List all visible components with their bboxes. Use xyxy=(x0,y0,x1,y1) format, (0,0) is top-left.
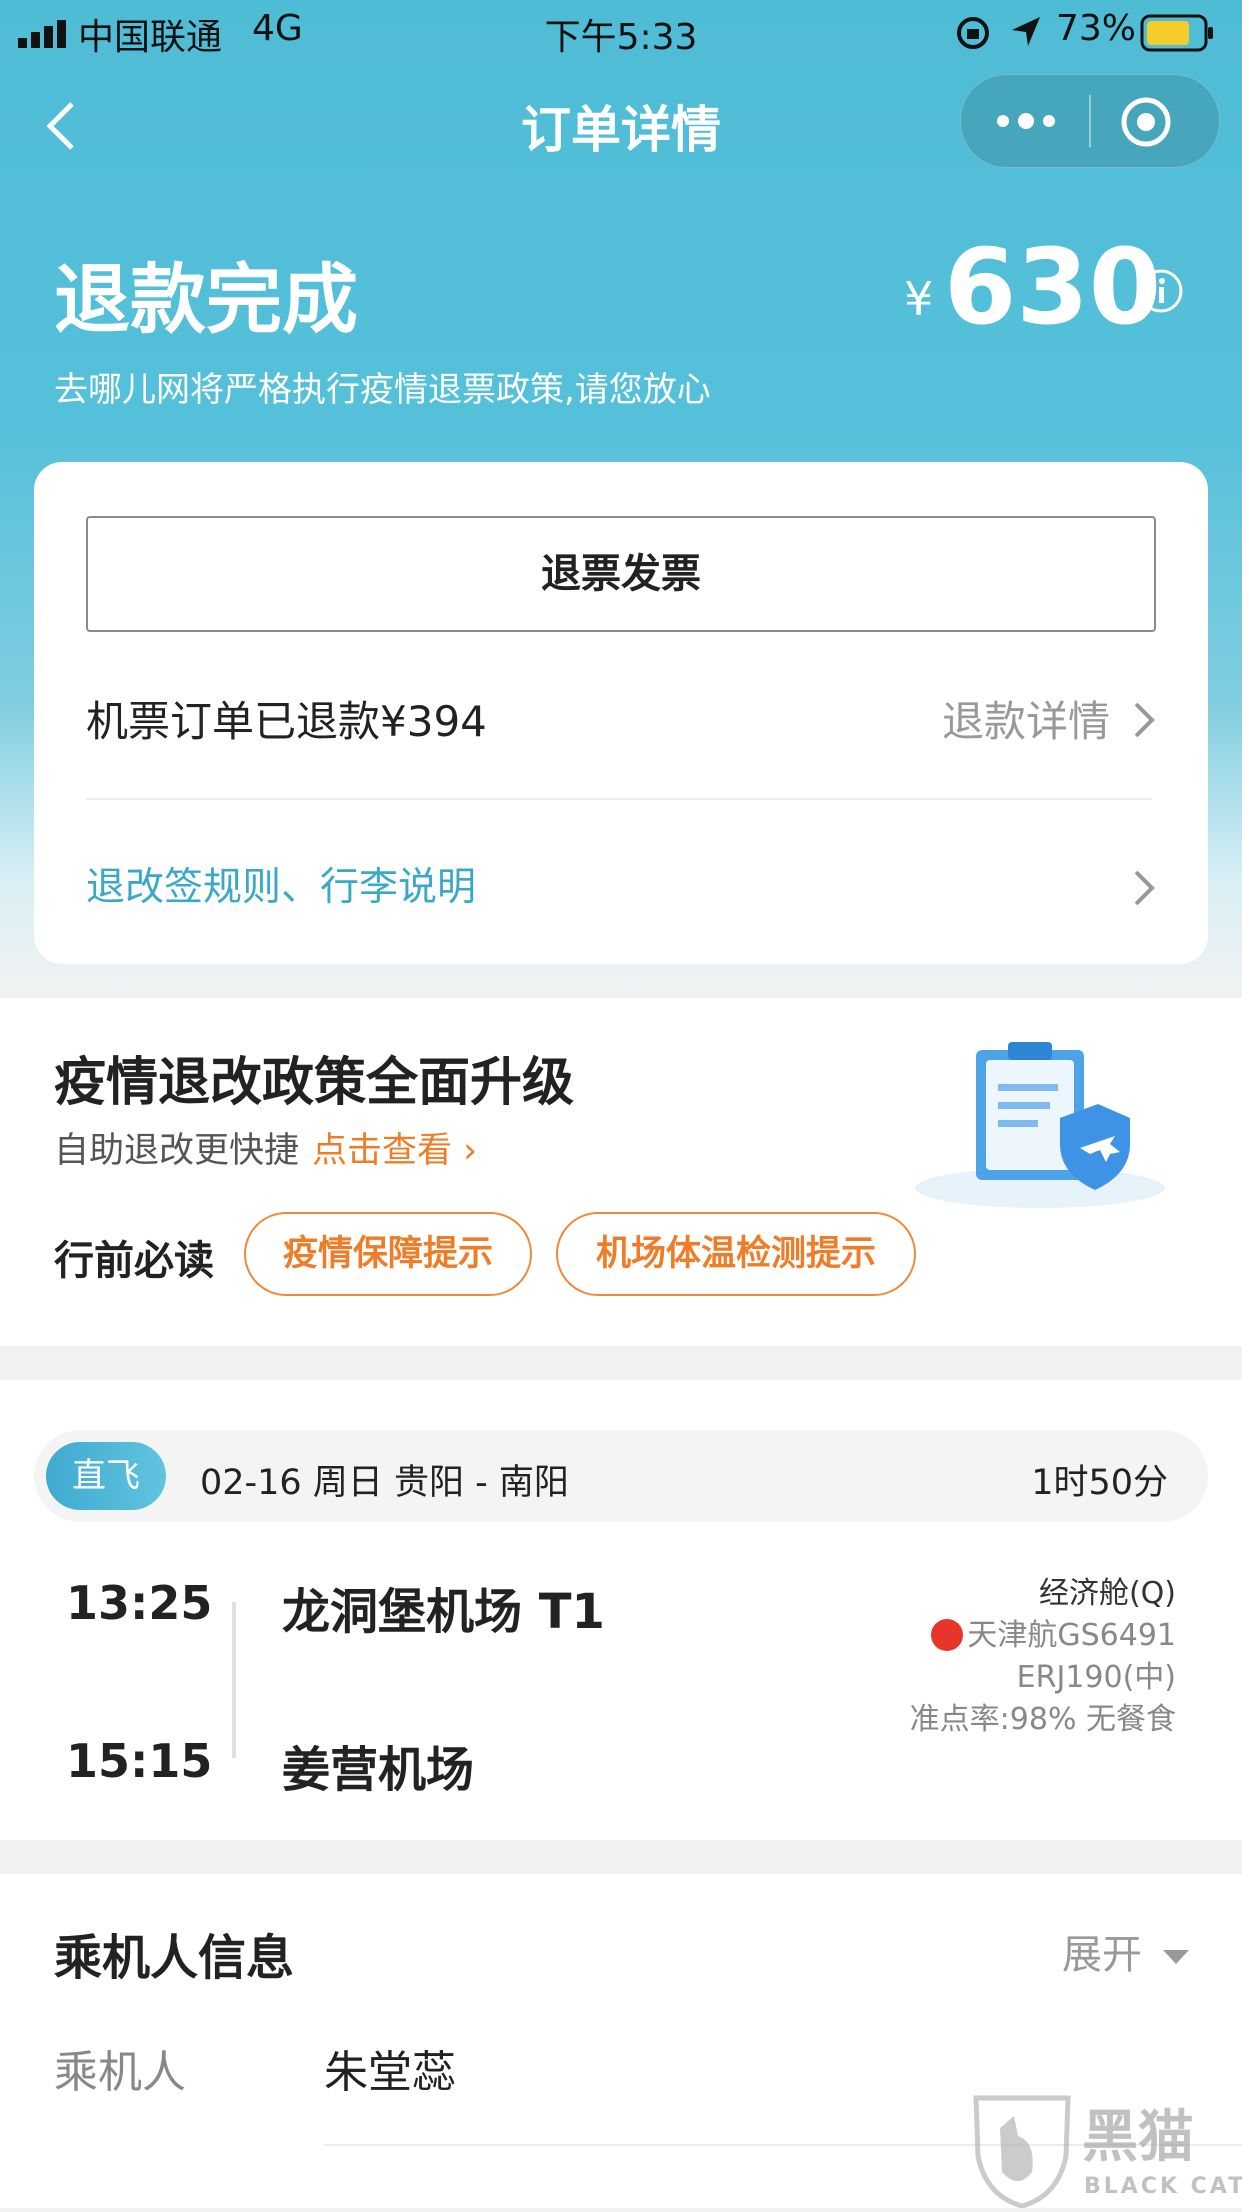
timeline-line xyxy=(232,1602,236,1758)
flight-duration: 1时50分 xyxy=(1031,1463,1168,1503)
arrival-airport: 姜营机场 xyxy=(282,1742,475,1798)
divider xyxy=(86,798,1152,800)
refund-invoice-button[interactable]: 退票发票 xyxy=(86,516,1156,632)
airline-info: 天津航GS6491 xyxy=(931,1610,1176,1654)
rotation-lock-icon xyxy=(954,14,992,56)
more-dots-icon[interactable] xyxy=(991,97,1061,145)
info-icon[interactable] xyxy=(1138,268,1184,318)
battery-icon xyxy=(1140,14,1214,56)
aircraft-type: ERJ190(中) xyxy=(1016,1660,1176,1695)
chevron-right-icon[interactable] xyxy=(1132,868,1156,912)
airline-logo-icon xyxy=(931,1619,964,1651)
mini-program-capsule xyxy=(960,74,1220,168)
refund-card: 退票发票 机票订单已退款¥394 退款详情 退改签规则、行李说明 xyxy=(34,462,1208,964)
departure-airport: 龙洞堡机场 T1 xyxy=(282,1584,605,1640)
departure-time: 13:25 xyxy=(66,1576,213,1630)
refund-summary: 机票订单已退款¥394 xyxy=(86,697,487,746)
refund-detail-link[interactable]: 退款详情 xyxy=(942,688,1110,749)
refund-amount: 630 xyxy=(944,226,1162,348)
punctuality-info: 准点率:98% 无餐食 xyxy=(909,1702,1176,1737)
caret-down-icon xyxy=(1162,1950,1189,1964)
passenger-label: 乘机人 xyxy=(54,2047,186,2098)
policy-section: 疫情退改政策全面升级 自助退改更快捷 点击查看 › 行前必读 疫情保障提示 机场… xyxy=(0,998,1242,1346)
passenger-name: 朱堂蕊 xyxy=(324,2047,456,2098)
location-icon xyxy=(1008,14,1044,54)
refund-status: 退款完成 xyxy=(54,255,358,344)
view-policy-link[interactable]: 点击查看 › xyxy=(312,1122,477,1173)
arrival-time: 15:15 xyxy=(66,1734,213,1788)
watermark-sub: BLACK CAT xyxy=(1084,2174,1242,2199)
reassurance-text: 去哪儿网将严格执行疫情退票政策,请您放心 xyxy=(54,370,711,410)
chevron-right-icon[interactable] xyxy=(1132,700,1156,744)
must-read-label: 行前必读 xyxy=(54,1238,214,1284)
policy-title: 疫情退改政策全面升级 xyxy=(54,1053,575,1113)
expand-toggle[interactable]: 展开 xyxy=(1062,1922,1189,1980)
watermark-brand: 黑猫 xyxy=(1082,2105,1194,2170)
direct-flight-badge: 直飞 xyxy=(46,1442,166,1510)
policy-illustration xyxy=(910,1028,1170,1208)
rules-link[interactable]: 退改签规则、行李说明 xyxy=(86,856,476,912)
cabin-class: 经济舱(Q) xyxy=(1038,1576,1176,1611)
policy-subtitle: 自助退改更快捷 xyxy=(54,1131,300,1171)
target-close-icon[interactable] xyxy=(1119,95,1173,149)
currency-symbol: ¥ xyxy=(904,272,934,326)
epidemic-notice-tag[interactable]: 疫情保障提示 xyxy=(244,1212,532,1296)
battery-percent: 73% xyxy=(1056,8,1137,49)
passenger-section-title: 乘机人信息 xyxy=(54,1930,295,1986)
capsule-divider xyxy=(1089,95,1091,147)
flight-section: 直飞 02-16 周日 贵阳 - 南阳 1时50分 13:25 龙洞堡机场 T1… xyxy=(0,1380,1242,1840)
temperature-check-tag[interactable]: 机场体温检测提示 xyxy=(556,1212,916,1296)
cat-logo-icon xyxy=(970,2092,1074,2209)
route-info: 02-16 周日 贵阳 - 南阳 xyxy=(200,1463,569,1503)
flight-summary-bar: 直飞 02-16 周日 贵阳 - 南阳 1时50分 xyxy=(34,1430,1208,1522)
